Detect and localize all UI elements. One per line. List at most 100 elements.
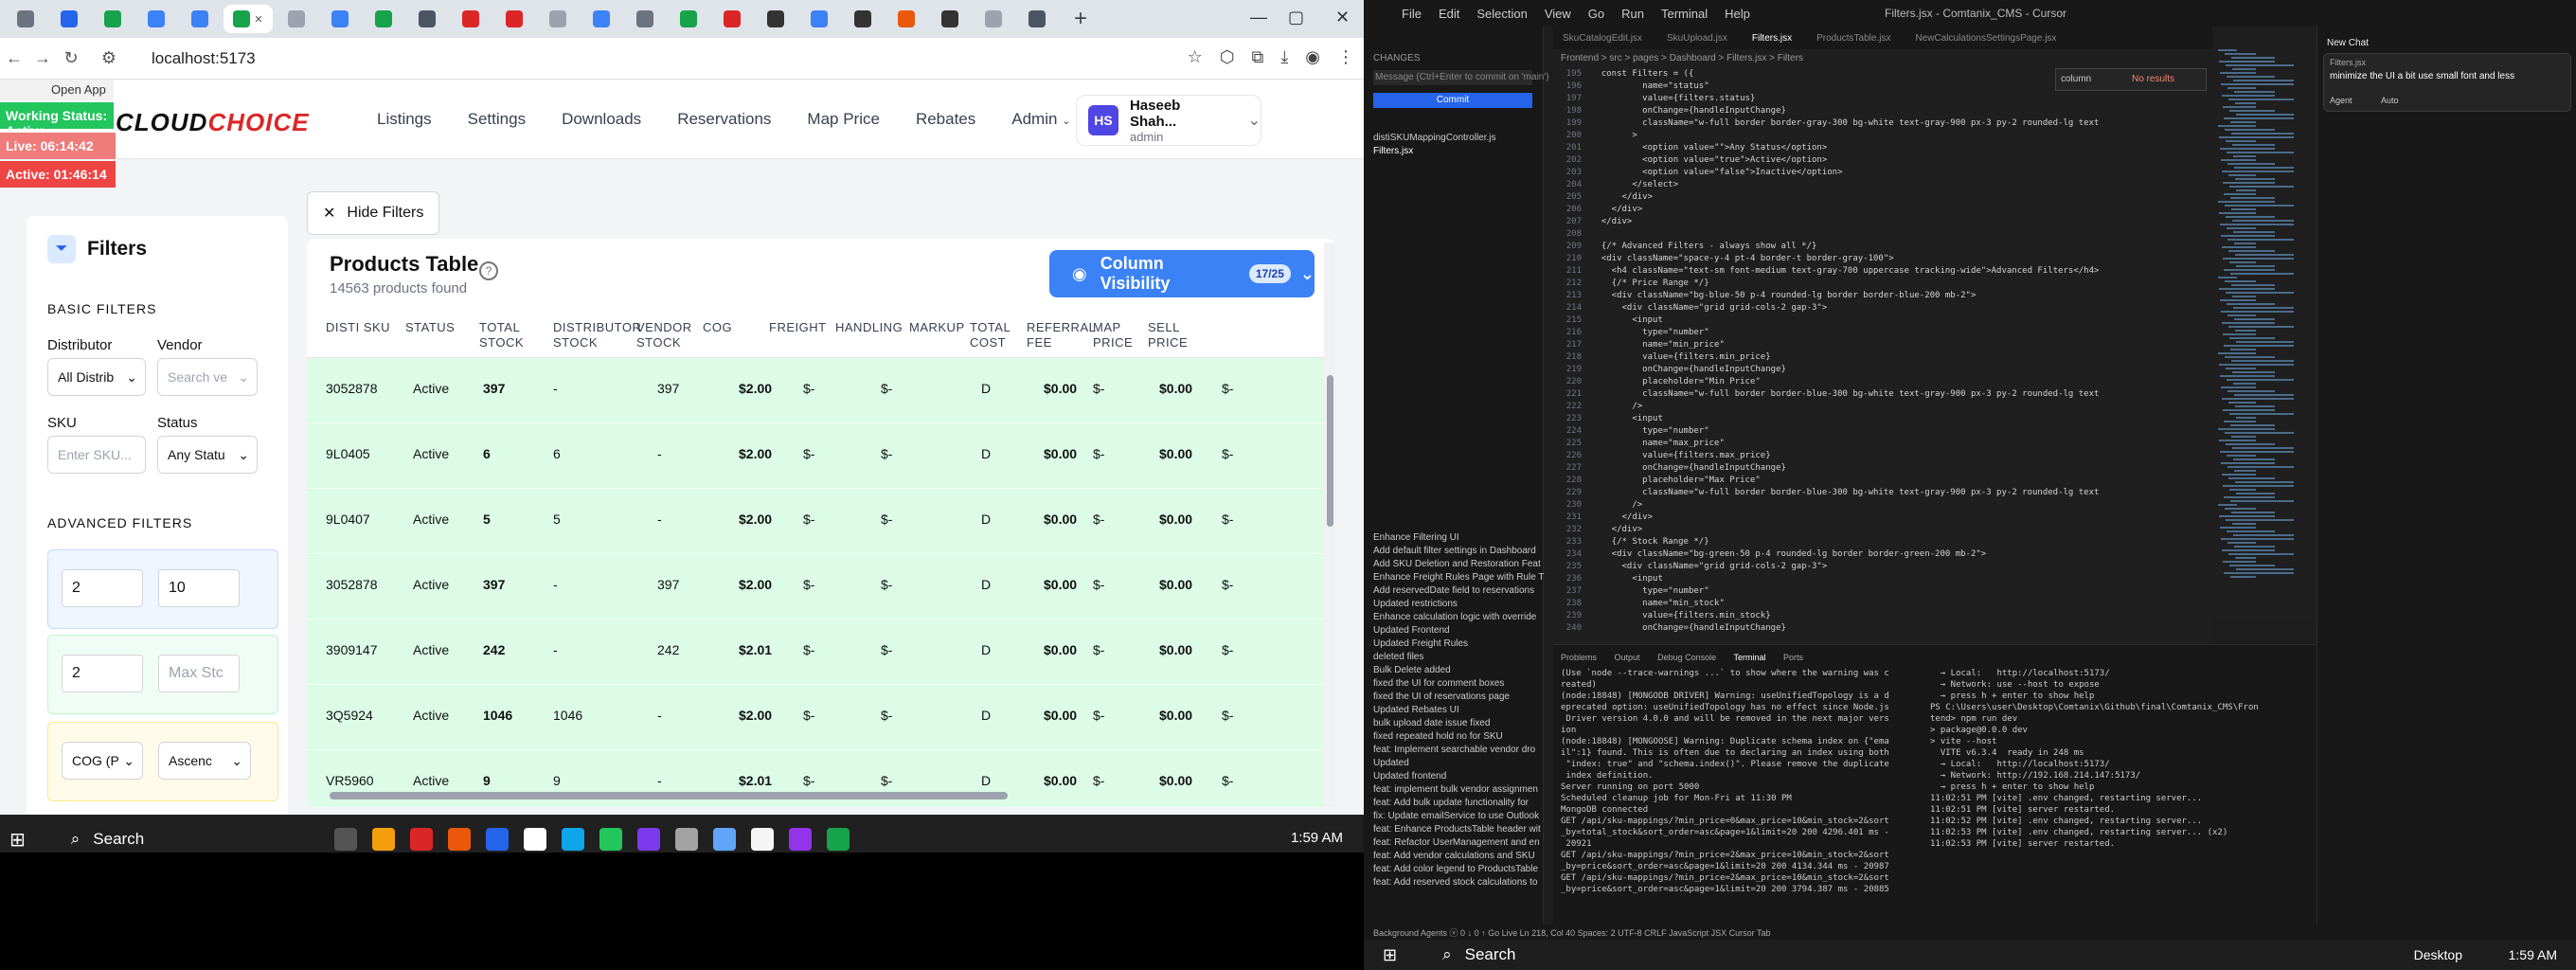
agent-mode-select[interactable]: Agent xyxy=(2330,96,2352,105)
browser-tab[interactable]: ✕ xyxy=(224,5,273,33)
chrome-alt-icon[interactable] xyxy=(826,828,850,851)
commit-item[interactable]: feat: Refactor UserManagement and en xyxy=(1373,837,1540,848)
commit-item[interactable]: Bulk Delete added xyxy=(1373,665,1451,675)
distributor-select[interactable]: All Distrib ⌄ xyxy=(47,358,146,396)
commit-item[interactable]: fixed the UI of reservations page xyxy=(1373,692,1510,702)
sku-input[interactable]: Enter SKU... xyxy=(47,436,146,474)
extension-icon[interactable]: ⬡ xyxy=(1220,47,1235,67)
browser-tab[interactable] xyxy=(669,5,708,33)
browser-tab[interactable] xyxy=(6,5,45,33)
column-header[interactable]: TOTAL STOCK xyxy=(479,320,547,350)
taskbar-search[interactable]: ⌕ Search xyxy=(1433,942,1641,968)
menu-run[interactable]: Run xyxy=(1621,7,1644,21)
commit-item[interactable]: feat: Enhance ProductsTable header wit xyxy=(1373,824,1541,835)
profile-icon[interactable]: ◉ xyxy=(1305,47,1320,67)
horizontal-scrollbar[interactable] xyxy=(316,790,1320,799)
chat-text[interactable]: minimize the UI a bit use small font and… xyxy=(2330,71,2567,81)
tab-problems[interactable]: Problems xyxy=(1561,653,1597,662)
tab-sku-upload[interactable]: SkuUpload.jsx xyxy=(1667,33,1727,44)
commit-item[interactable]: feat: Add bulk update functionality for xyxy=(1373,798,1529,808)
commit-message-input[interactable]: Message (Ctrl+Enter to commit on 'main') xyxy=(1373,70,1549,85)
new-tab-icon[interactable]: + xyxy=(1074,6,1087,32)
commit-item[interactable]: fix: Update emailService to use Outlook xyxy=(1373,811,1539,821)
max-stock-input[interactable]: Max Stc xyxy=(158,655,240,692)
reload-icon[interactable]: ↻ xyxy=(57,48,85,68)
column-visibility-button[interactable]: ◉ Column Visibility 17/25 ⌄ xyxy=(1049,250,1315,297)
table-row[interactable]: 3909147 Active 242 - 242 $2.01 $- $- D $0.00 $- $0.… xyxy=(307,620,1324,685)
clock[interactable]: 1:59 AM xyxy=(2509,947,2557,962)
browser-tab[interactable] xyxy=(494,5,534,33)
windows-start-icon[interactable]: ⊞ xyxy=(1383,945,1397,965)
app-icon[interactable] xyxy=(447,828,471,851)
min-stock-input[interactable]: 2 xyxy=(62,655,143,692)
browser-tab[interactable] xyxy=(756,5,796,33)
bookmark-star-icon[interactable]: ☆ xyxy=(1188,47,1203,67)
horizontal-scrollbar-thumb[interactable] xyxy=(330,792,1008,799)
column-header[interactable]: DISTI SKU xyxy=(326,320,400,335)
hide-filters-button[interactable]: ✕ Hide Filters xyxy=(307,191,439,235)
windows-start-icon[interactable]: ⊞ xyxy=(9,828,26,852)
nav-rebates[interactable]: Rebates xyxy=(916,110,975,129)
onenote-icon[interactable] xyxy=(788,828,812,851)
download-icon[interactable]: ⤓ xyxy=(1280,47,1288,67)
terminal-frontend-output[interactable]: → Local: http://localhost:5173/ → Networ… xyxy=(1930,668,2271,850)
nav-downloads[interactable]: Downloads xyxy=(562,110,641,129)
task-view-icon[interactable] xyxy=(333,828,357,851)
tab-debug-console[interactable]: Debug Console xyxy=(1657,653,1716,662)
column-header[interactable]: DISTRIBUTOR STOCK xyxy=(553,320,641,350)
commit-item[interactable]: fixed repeated hold no for SKU xyxy=(1373,731,1503,742)
browser-tab[interactable] xyxy=(93,5,133,33)
column-header[interactable]: STATUS xyxy=(405,320,474,335)
menu-edit[interactable]: Edit xyxy=(1439,7,1459,21)
user-menu[interactable]: HS Haseeb Shah... admin ⌄ xyxy=(1076,95,1261,146)
commit-item[interactable]: Enhance Filtering UI xyxy=(1373,532,1459,543)
maximize-icon[interactable]: ▢ xyxy=(1288,8,1304,27)
extensions-puzzle-icon[interactable]: ⧉ xyxy=(1251,47,1263,67)
commit-item[interactable]: Add SKU Deletion and Restoration Feat xyxy=(1373,559,1541,569)
column-header[interactable]: MAP PRICE xyxy=(1093,320,1142,350)
commit-item[interactable]: fixed the UI for comment boxes xyxy=(1373,678,1504,689)
browser-tab[interactable] xyxy=(538,5,578,33)
commit-item[interactable]: feat: Add reserved stock calculations to xyxy=(1373,877,1537,888)
column-header[interactable]: MARKUP xyxy=(909,320,964,335)
open-app-button[interactable]: Open App xyxy=(0,80,114,100)
minimize-icon[interactable]: — xyxy=(1250,8,1267,27)
browser-tab[interactable] xyxy=(625,5,665,33)
github-icon[interactable] xyxy=(523,828,546,851)
chat-input[interactable]: Filters.jsx minimize the UI a bit use sm… xyxy=(2323,53,2571,112)
menu-go[interactable]: Go xyxy=(1588,7,1604,21)
notepad-icon[interactable] xyxy=(674,828,698,851)
browser-tab[interactable] xyxy=(136,5,176,33)
menu-dots-icon[interactable]: ⋮ xyxy=(1337,47,1354,67)
max-price-input[interactable]: 10 xyxy=(158,569,240,607)
close-tab-icon[interactable]: ✕ xyxy=(254,13,262,26)
sort-field-select[interactable]: COG (P ⌄ xyxy=(62,742,143,780)
taskbar-search[interactable]: ⌕ Search xyxy=(62,821,327,853)
commit-item[interactable]: Add default filter settings in Dashboard xyxy=(1373,546,1536,556)
browser-tab[interactable] xyxy=(49,5,89,33)
sort-order-select[interactable]: Ascenc ⌄ xyxy=(158,742,251,780)
nav-listings[interactable]: Listings xyxy=(377,110,432,129)
vertical-scrollbar-thumb[interactable] xyxy=(1327,375,1333,527)
browser-tab[interactable] xyxy=(407,5,447,33)
url-field[interactable]: localhost:5173 xyxy=(152,49,256,68)
code-lines[interactable]: 195 const Filters = ({196 name="status" 1… xyxy=(1553,68,2121,635)
column-header[interactable]: HANDLING xyxy=(835,320,903,335)
browser-tab[interactable] xyxy=(930,5,970,33)
browser-tab[interactable] xyxy=(799,5,839,33)
browser-tab[interactable] xyxy=(320,5,360,33)
tab-terminal[interactable]: Terminal xyxy=(1733,653,1765,662)
nav-admin[interactable]: Admin ⌄ xyxy=(1011,110,1070,129)
minimap[interactable] xyxy=(2212,49,2317,618)
browser-tab[interactable] xyxy=(886,5,926,33)
model-select[interactable]: Auto xyxy=(2381,96,2399,105)
file-explorer-icon[interactable] xyxy=(371,828,395,851)
vendor-search[interactable]: Search ve ⌄ xyxy=(157,358,258,396)
nav-map-price[interactable]: Map Price xyxy=(807,110,880,129)
close-window-icon[interactable]: ✕ xyxy=(1335,8,1350,27)
column-header[interactable]: REFERRAL FEE xyxy=(1027,320,1095,350)
cursor-icon[interactable] xyxy=(750,828,774,851)
table-row[interactable]: 3Q5924 Active 1046 1046 - $2.00 $- $- D $0.00 $- $0… xyxy=(307,685,1324,750)
zoom-icon[interactable] xyxy=(485,828,509,851)
help-icon[interactable]: ? xyxy=(479,261,498,280)
